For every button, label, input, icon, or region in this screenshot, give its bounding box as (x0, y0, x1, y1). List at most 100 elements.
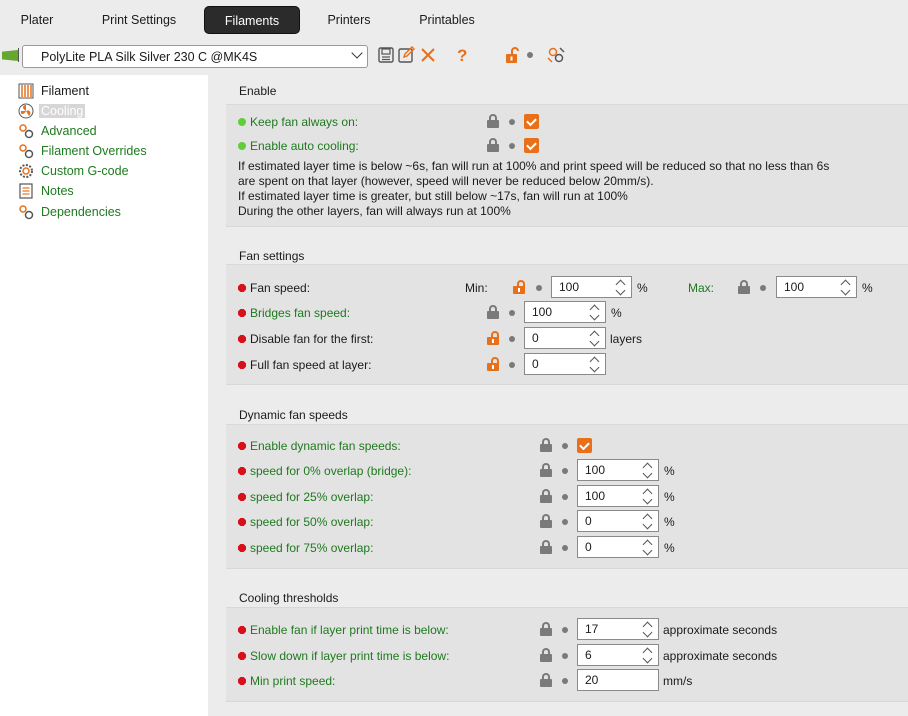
section-title-dynamic-fan: Dynamic fan speeds (239, 408, 348, 422)
stepper-arrows-icon[interactable] (589, 330, 601, 346)
lock-icon[interactable] (540, 438, 552, 452)
min-fan-speed-input[interactable]: 100 (551, 276, 632, 298)
cooling-description-line: If estimated layer time is greater, but … (238, 189, 628, 203)
max-fan-speed-input[interactable]: 100 (776, 276, 857, 298)
unlock-icon[interactable] (487, 357, 499, 371)
stepper-arrows-icon[interactable] (642, 462, 654, 478)
overlap-75-input[interactable]: 0 (577, 536, 659, 558)
system-value-dot-icon (562, 678, 568, 684)
fan-speed-label: Fan speed: (238, 281, 310, 295)
keep-fan-checkbox[interactable] (524, 114, 539, 129)
system-value-dot-icon (562, 443, 568, 449)
enable-fan-below-value: 17 (585, 622, 599, 636)
tab-plater[interactable]: Plater (10, 6, 64, 34)
tab-printers[interactable]: Printers (318, 6, 380, 34)
cogs-icon (19, 143, 34, 158)
sidebar-item-cooling[interactable]: Cooling (18, 101, 86, 120)
stepper-arrows-icon[interactable] (642, 513, 654, 529)
enable-fan-below-input[interactable]: 17 (577, 618, 659, 640)
unlock-icon[interactable] (504, 46, 522, 64)
sidebar-item-notes[interactable]: Notes (18, 181, 76, 200)
sidebar-item-filament[interactable]: Filament (18, 81, 91, 100)
enable-dynamic-fan-text: Enable dynamic fan speeds: (250, 439, 401, 453)
stepper-arrows-icon[interactable] (840, 279, 852, 295)
sidebar-item-label: Custom G-code (41, 163, 129, 178)
status-dot-icon (238, 626, 246, 634)
auto-cooling-checkbox[interactable] (524, 138, 539, 153)
system-value-dot-icon (536, 285, 542, 291)
status-dot-icon (238, 544, 246, 552)
slow-down-below-input[interactable]: 6 (577, 644, 659, 666)
lock-icon[interactable] (540, 514, 552, 528)
compare-icon[interactable] (547, 46, 565, 64)
preset-dropdown-value: PolyLite PLA Silk Silver 230 C @MK4S (41, 50, 258, 64)
overlap-50-text: speed for 50% overlap: (250, 515, 374, 529)
percent-unit: % (664, 490, 675, 504)
lock-icon[interactable] (540, 489, 552, 503)
unlock-icon[interactable] (513, 280, 525, 294)
filament-icon (18, 83, 34, 98)
sidebar-item-filament-overrides[interactable]: Filament Overrides (18, 141, 149, 160)
lock-icon[interactable] (738, 280, 750, 294)
overlap-0-value: 100 (585, 463, 606, 477)
lock-icon[interactable] (540, 622, 552, 636)
sidebar-item-advanced[interactable]: Advanced (18, 121, 99, 140)
keep-fan-label: Keep fan always on: (238, 115, 358, 129)
min-print-speed-input[interactable]: 20 (577, 669, 659, 691)
slow-down-below-text: Slow down if layer print time is below: (250, 649, 450, 663)
stepper-arrows-icon[interactable] (589, 356, 601, 372)
svg-text:?: ? (457, 46, 467, 64)
layers-unit: layers (610, 332, 643, 346)
full-fan-speed-layer-input[interactable]: 0 (524, 353, 606, 375)
sidebar-item-custom-gcode[interactable]: Custom G-code (18, 161, 131, 180)
chevron-down-icon (351, 47, 363, 59)
cogs-icon (19, 204, 34, 219)
lock-icon[interactable] (540, 648, 552, 662)
overlap-0-input[interactable]: 100 (577, 459, 659, 481)
stepper-arrows-icon[interactable] (642, 621, 654, 637)
system-value-dot-icon (509, 362, 515, 368)
stepper-arrows-icon[interactable] (642, 539, 654, 555)
edit-icon[interactable] (397, 46, 415, 64)
preset-dropdown[interactable]: PolyLite PLA Silk Silver 230 C @MK4S (22, 45, 368, 68)
status-dot-icon (238, 309, 246, 317)
status-dot-icon (238, 467, 246, 475)
disable-fan-label: Disable fan for the first: (238, 332, 373, 346)
save-icon[interactable] (377, 46, 395, 64)
lock-icon[interactable] (487, 138, 499, 152)
overlap-25-input[interactable]: 100 (577, 485, 659, 507)
tab-filaments[interactable]: Filaments (204, 6, 300, 34)
enable-dynamic-fan-checkbox[interactable] (577, 438, 592, 453)
lock-icon[interactable] (487, 114, 499, 128)
stepper-arrows-icon[interactable] (642, 488, 654, 504)
max-label: Max: (688, 281, 715, 295)
sidebar-item-label: Filament (41, 83, 89, 98)
bridges-fan-speed-input[interactable]: 100 (524, 301, 606, 323)
flag-pole (18, 48, 19, 62)
min-label: Min: (465, 281, 488, 295)
tab-print-settings[interactable]: Print Settings (92, 6, 186, 34)
overlap-75-label: speed for 75% overlap: (238, 541, 373, 555)
enable-fan-below-text: Enable fan if layer print time is below: (250, 623, 449, 637)
unlock-icon[interactable] (487, 331, 499, 345)
overlap-50-value: 0 (585, 514, 592, 528)
stepper-arrows-icon[interactable] (642, 647, 654, 663)
overlap-50-input[interactable]: 0 (577, 510, 659, 532)
lock-icon[interactable] (540, 540, 552, 554)
keep-fan-text: Keep fan always on: (250, 115, 359, 129)
enable-fan-below-label: Enable fan if layer print time is below: (238, 623, 449, 637)
lock-icon[interactable] (540, 673, 552, 687)
help-icon[interactable]: ? (453, 46, 471, 64)
status-dot-icon (238, 493, 246, 501)
stepper-arrows-icon[interactable] (589, 304, 601, 320)
system-value-dot-icon (562, 545, 568, 551)
lock-icon[interactable] (540, 463, 552, 477)
disable-fan-first-input[interactable]: 0 (524, 327, 606, 349)
tab-printables[interactable]: Printables (410, 6, 484, 34)
delete-icon[interactable] (419, 46, 437, 64)
stepper-arrows-icon[interactable] (615, 279, 627, 295)
lock-icon[interactable] (487, 305, 499, 319)
tab-bar: Plater Print Settings Filaments Printers… (0, 0, 908, 40)
auto-cooling-label: Enable auto cooling: (238, 139, 359, 153)
sidebar-item-dependencies[interactable]: Dependencies (18, 202, 123, 221)
